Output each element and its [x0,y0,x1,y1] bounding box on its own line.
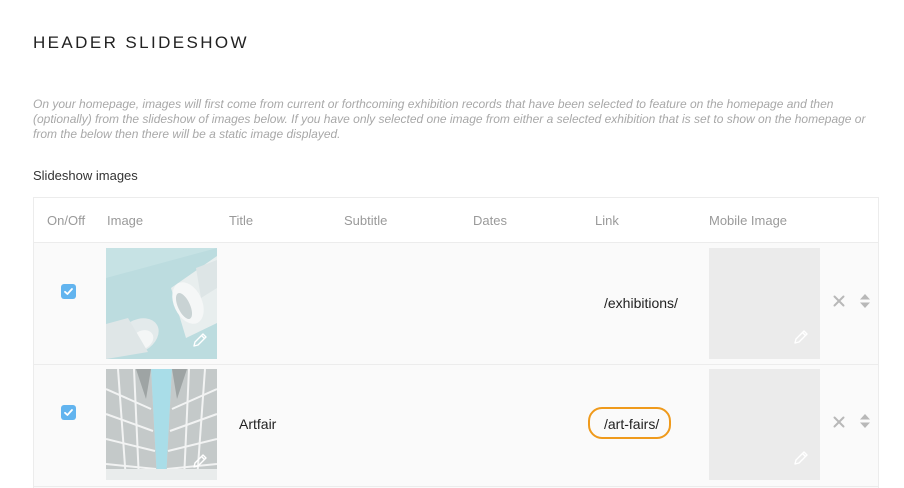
slide-image[interactable] [106,248,217,359]
slideshow-table: On/Off Image Title Subtitle Dates Link M… [33,197,879,488]
column-header-title: Title [229,213,254,228]
close-icon[interactable] [833,416,845,428]
table-header: On/Off Image Title Subtitle Dates Link M… [34,198,878,243]
checkmark-icon [64,288,73,295]
slide-link: /exhibitions/ [604,295,678,311]
section-label: Slideshow images [33,168,138,183]
column-header-mobile-image: Mobile Image [709,213,788,228]
pencil-icon[interactable] [191,332,208,349]
page-title: HEADER SLIDESHOW [33,33,249,52]
mobile-image-placeholder[interactable] [709,369,820,480]
intro-text: On your homepage, images will first come… [33,97,866,141]
column-header-image: Image [107,213,144,228]
pencil-icon[interactable] [792,329,809,346]
slide-title: Artfair [239,416,277,432]
table-row: /exhibitions/ [34,243,878,365]
pencil-icon[interactable] [792,450,809,467]
slide-image[interactable] [106,369,217,480]
table-row: Artfair /art-fairs/ [34,365,878,487]
sort-icon[interactable] [860,414,870,428]
column-header-on-off: On/Off [47,213,86,228]
on-off-checkbox[interactable] [61,284,76,299]
close-icon[interactable] [833,295,845,307]
column-header-subtitle: Subtitle [344,213,388,228]
mobile-image-placeholder[interactable] [709,248,820,359]
checkmark-icon [64,409,73,416]
on-off-checkbox[interactable] [61,405,76,420]
column-header-dates: Dates [473,213,507,228]
pencil-icon[interactable] [191,453,208,470]
sort-icon[interactable] [860,294,870,308]
slide-link: /art-fairs/ [604,416,660,432]
column-header-link: Link [595,213,619,228]
